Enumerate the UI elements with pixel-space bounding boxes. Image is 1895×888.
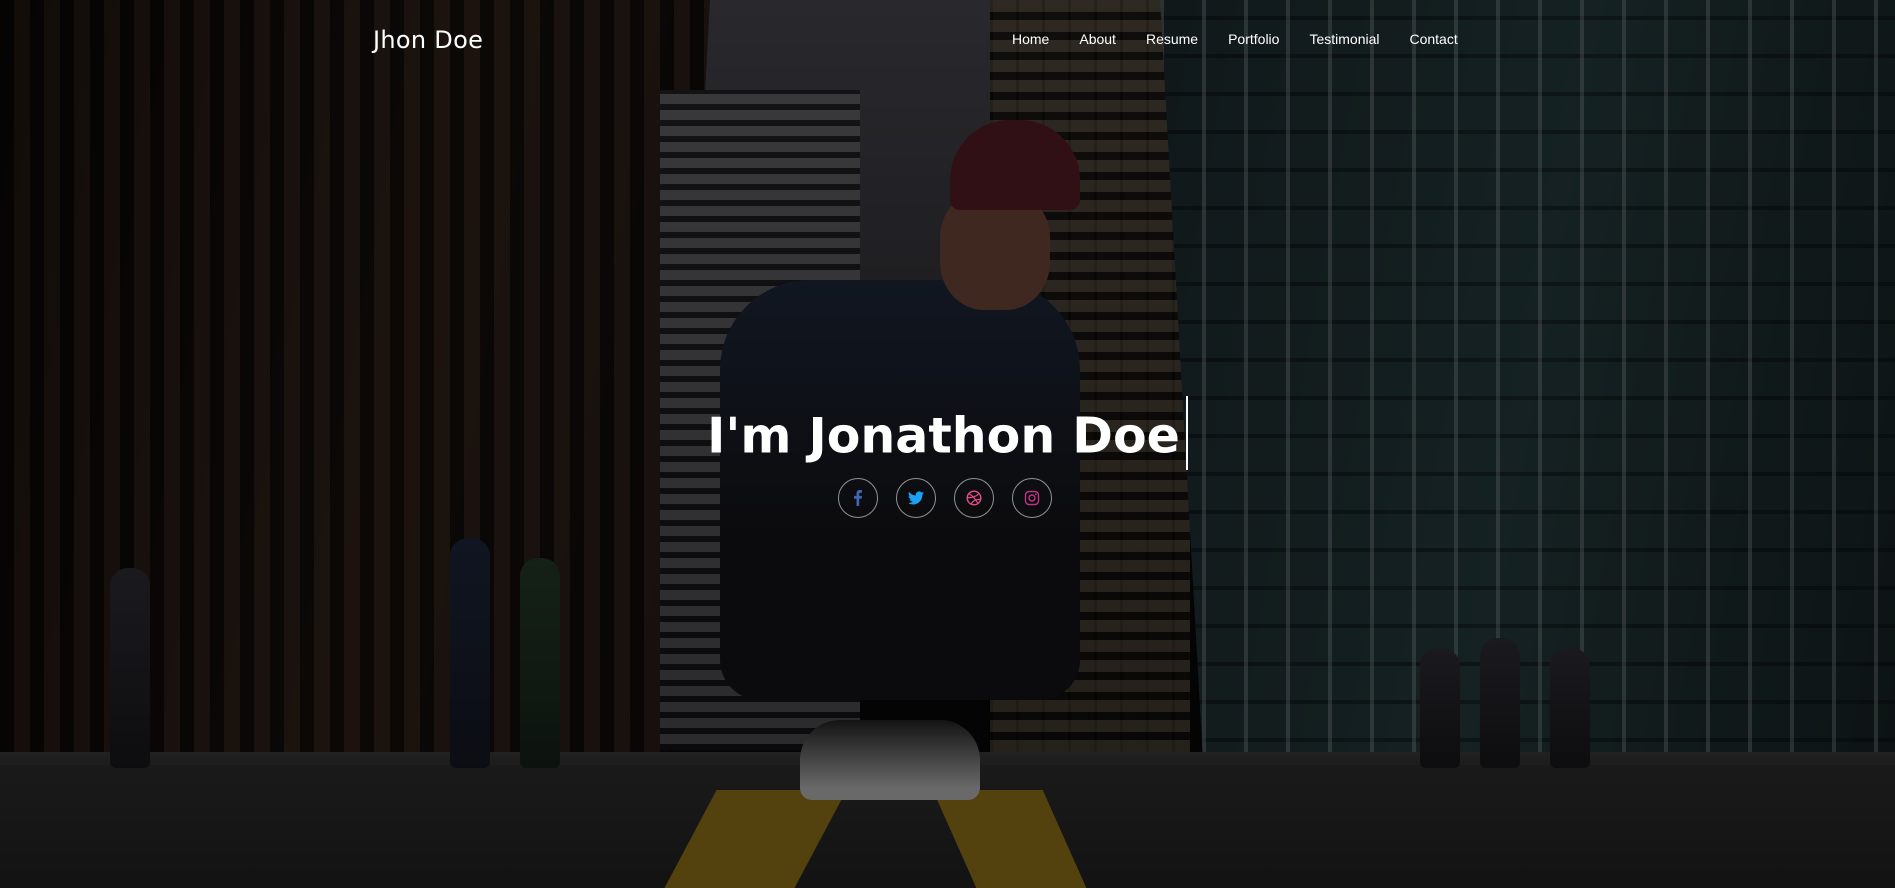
nav-resume[interactable]: Resume [1146,31,1198,47]
facebook-icon [854,490,862,506]
instagram-link[interactable] [1012,478,1052,518]
dribbble-link[interactable] [954,478,994,518]
nav-about[interactable]: About [1079,31,1116,47]
nav-portfolio[interactable]: Portfolio [1228,31,1279,47]
social-links [838,478,1052,518]
nav-testimonial[interactable]: Testimonial [1309,31,1379,47]
dribbble-icon [966,490,982,506]
hero-headline-text: I'm Jonathon Doe [707,407,1180,465]
twitter-link[interactable] [896,478,936,518]
hero-headline: I'm Jonathon Doe [0,396,1895,476]
typing-cursor [1185,396,1188,470]
nav-home[interactable]: Home [1012,31,1049,47]
instagram-icon [1024,490,1040,506]
twitter-icon [908,491,924,505]
main-nav: Home About Resume Portfolio Testimonial … [1012,31,1488,47]
nav-contact[interactable]: Contact [1409,31,1457,47]
brand-logo[interactable]: Jhon Doe [373,26,483,54]
facebook-link[interactable] [838,478,878,518]
